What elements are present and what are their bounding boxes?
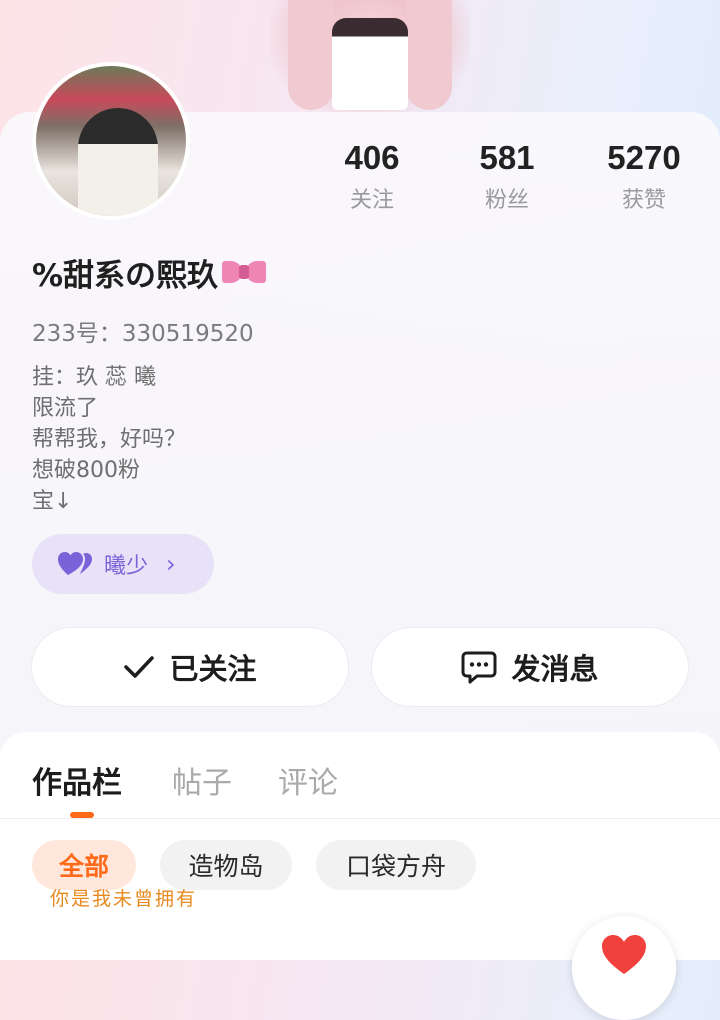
- message-button-label: 发消息: [511, 652, 599, 686]
- bow-icon: [222, 256, 267, 290]
- tab-works[interactable]: 作品栏: [32, 758, 122, 802]
- bio-line: 想破800粉: [32, 458, 140, 483]
- filter-chip-pocket-ark[interactable]: 口袋方舟: [316, 840, 476, 890]
- filter-chip-all[interactable]: 全部: [32, 840, 136, 890]
- heart-icon: [602, 935, 646, 974]
- stat-following-value: 406: [344, 139, 400, 176]
- followed-button-label: 已关注: [169, 652, 257, 686]
- overlay-caption: 你是我未曾拥有: [50, 888, 198, 910]
- bio-line: 宝↓: [32, 489, 73, 514]
- message-button[interactable]: 发消息: [372, 628, 688, 706]
- stat-following-label: 关注: [349, 188, 394, 213]
- user-id: 233号：330519520: [32, 321, 254, 347]
- stat-followers[interactable]: 581 粉丝: [447, 138, 567, 214]
- bio-line: 限流了: [32, 396, 99, 421]
- friend-tag-label: 曦少: [104, 554, 149, 579]
- chevron-right-icon: ›: [166, 550, 176, 578]
- chat-bubble-icon: [461, 651, 497, 684]
- tab-divider: [0, 818, 720, 819]
- bio-line: 帮帮我，好吗？: [32, 427, 187, 452]
- tab-posts[interactable]: 帖子: [172, 758, 232, 802]
- stat-likes[interactable]: 5270 获赞: [584, 138, 704, 214]
- profile-name: %甜系の熙玖: [32, 258, 219, 294]
- double-heart-icon: [58, 552, 92, 575]
- profile-name-row: %甜系の熙玖: [32, 250, 267, 295]
- check-icon: [124, 656, 155, 678]
- banner-character-image: [270, 0, 470, 118]
- followed-button[interactable]: 已关注: [32, 628, 348, 706]
- avatar[interactable]: [32, 62, 190, 220]
- bio: 挂：玖 蕊 曦 限流了 帮帮我，好吗？ 想破800粉 宝↓: [32, 362, 186, 517]
- stat-likes-label: 获赞: [621, 188, 666, 213]
- stat-following[interactable]: 406 关注: [312, 138, 432, 214]
- like-button[interactable]: [572, 916, 676, 1020]
- stat-followers-label: 粉丝: [484, 188, 529, 213]
- friend-tag-button[interactable]: 曦少 ›: [32, 534, 214, 594]
- filter-chip-creation-island[interactable]: 造物岛: [160, 840, 292, 890]
- tab-comments[interactable]: 评论: [278, 758, 338, 802]
- bio-line: 挂：玖 蕊 曦: [32, 365, 156, 390]
- stat-likes-value: 5270: [607, 139, 681, 176]
- stat-followers-value: 581: [479, 139, 535, 176]
